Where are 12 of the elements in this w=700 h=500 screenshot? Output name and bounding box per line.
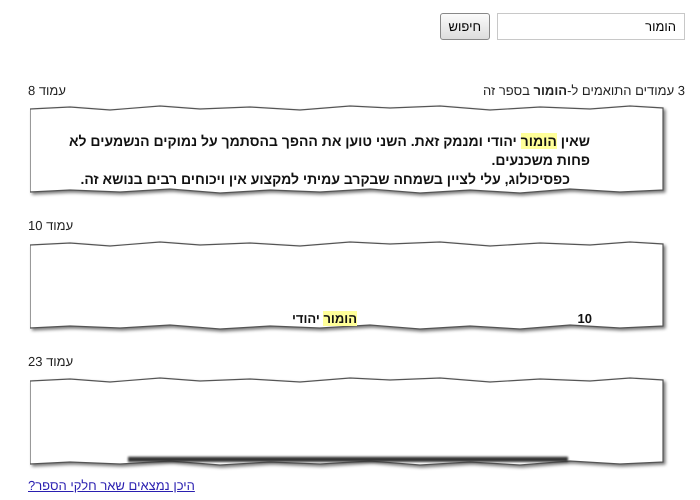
scanned-text-line: פחות משכנעים. [490,151,590,170]
results-summary: 3 עמודים התואמים ל-הומור בספר זה [483,82,685,98]
scanned-running-head: הומור יהודי [292,311,357,326]
scanned-page-number: 10 [576,311,592,326]
page-label: עמוד 8 [28,82,66,98]
search-field[interactable]: הומור [497,13,685,40]
search-button[interactable]: חיפוש [440,13,490,40]
page-label: עמוד 10 [28,218,74,234]
book-parts-link[interactable]: היכן נמצאים שאר חלקי הספר? [28,478,195,493]
page-label: עמוד 23 [28,354,74,370]
scanned-text-line: כפסיכולוג, עלי לציין בשמחה שבקרב עמיתי למקצוע אין ויכוחים רבים בנושא זה. [79,170,571,189]
scanned-text-line: שאין הומור יהודי ומנמק זאת. השני טוען את ההפך בהסתמך על נמוקים הנשמעים לא [68,132,590,151]
